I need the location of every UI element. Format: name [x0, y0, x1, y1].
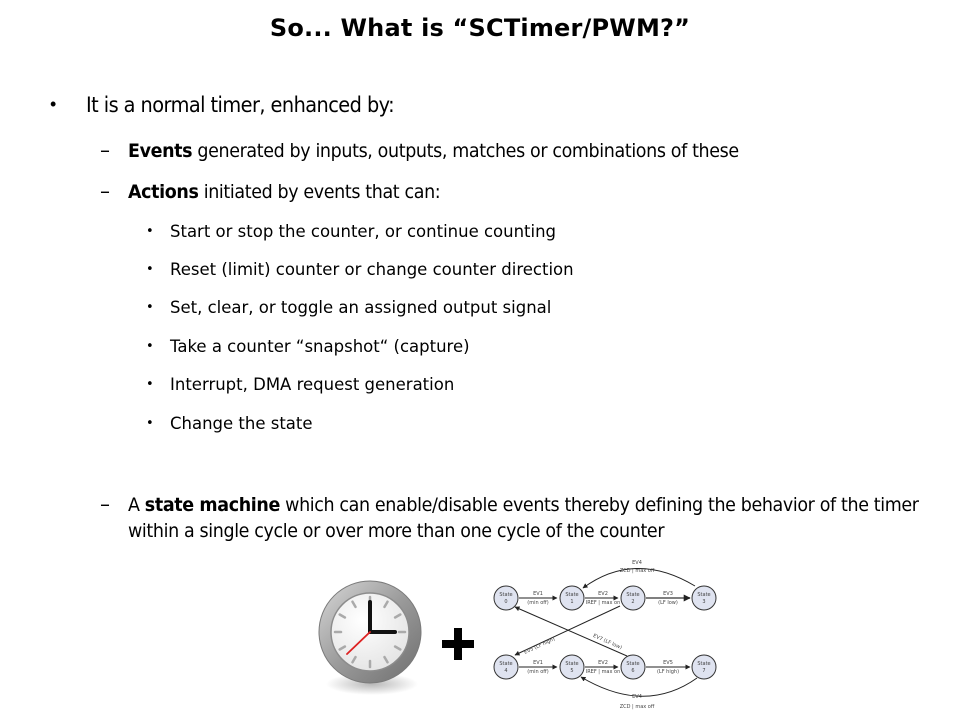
plus-icon: [442, 628, 474, 660]
edge-label: EV3: [663, 591, 673, 597]
svg-text:5: 5: [570, 668, 573, 674]
bold-term: Actions: [128, 181, 199, 203]
slide-title: So... What is “SCTimer/PWM?”: [269, 14, 691, 42]
svg-text:State: State: [626, 592, 639, 598]
svg-text:4: 4: [504, 668, 507, 674]
bullet-marker: •: [146, 262, 154, 277]
edge-label: EV5: [663, 660, 673, 666]
state-node: State 1: [559, 585, 585, 611]
prefix: A: [128, 494, 145, 516]
edge-label: (LF low): [658, 600, 678, 606]
sub-item-rest: initiated by events that can:: [198, 181, 441, 203]
bullet-marker: •: [146, 377, 154, 392]
svg-text:6: 6: [631, 668, 634, 674]
svg-text:3: 3: [702, 599, 705, 605]
edge-label: EV5 (LF high): [523, 636, 556, 656]
bullet-text: It is a normal timer, enhanced by:: [86, 93, 395, 117]
state-node: State 7: [691, 654, 717, 680]
state-node: State 0: [493, 585, 519, 611]
clock-icon: [318, 580, 422, 695]
svg-text:State: State: [565, 661, 578, 667]
edge-label: EV2: [598, 660, 608, 666]
sub-item-text: A state machine which can enable/disable…: [128, 492, 919, 544]
svg-text:0: 0: [504, 599, 507, 605]
action-text: Change the state: [170, 414, 313, 433]
bold-term: Events: [128, 140, 193, 162]
svg-text:State: State: [499, 592, 512, 598]
state-node: State 3: [691, 585, 717, 611]
edge-label: EV4: [632, 560, 642, 566]
edge-label: ZCD | max off: [620, 704, 655, 710]
dash-marker: –: [100, 179, 110, 203]
edge-label: EV7 (LF low): [592, 633, 623, 651]
svg-text:State: State: [499, 661, 512, 667]
state-node: State 4: [493, 654, 519, 680]
dash-marker: –: [100, 492, 110, 516]
bullet-marker: •: [146, 416, 154, 431]
edge-label: (min off): [527, 669, 548, 675]
sub-item-text: Events generated by inputs, outputs, mat…: [128, 138, 739, 164]
bullet-marker: •: [146, 339, 154, 354]
action-text: Reset (limit) counter or change counter …: [170, 260, 574, 279]
svg-text:State: State: [697, 661, 710, 667]
bullet-marker: •: [146, 224, 154, 239]
edge-label: EV2: [598, 591, 608, 597]
edge-label: EV1: [533, 660, 543, 666]
bullet-marker: •: [50, 94, 57, 114]
svg-text:State: State: [565, 592, 578, 598]
edge-label: (min off): [527, 600, 548, 606]
svg-text:1: 1: [570, 599, 573, 605]
sub-item-rest: generated by inputs, outputs, matches or…: [192, 140, 739, 162]
svg-text:2: 2: [631, 599, 634, 605]
edge-label: IREF | max on: [586, 669, 621, 675]
action-text: Start or stop the counter, or continue c…: [170, 222, 557, 241]
action-text: Interrupt, DMA request generation: [170, 375, 455, 394]
edge-label: IREF | max on: [586, 600, 621, 606]
svg-text:State: State: [697, 592, 710, 598]
edge-label: EV4: [632, 694, 642, 700]
dash-marker: –: [100, 138, 110, 162]
action-text: Set, clear, or toggle an assigned output…: [170, 298, 552, 317]
svg-text:State: State: [626, 661, 639, 667]
edge-label: (LF high): [657, 669, 679, 675]
edge-label: EV1: [533, 591, 543, 597]
sub-item-text: Actions initiated by events that can:: [128, 179, 441, 205]
state-machine-diagram: State 0 State 1 State 2 State 3 State 4 …: [493, 560, 717, 710]
state-node: State 5: [559, 654, 585, 680]
svg-text:7: 7: [702, 668, 705, 674]
state-node: State 2: [620, 585, 646, 611]
bullet-marker: •: [146, 300, 154, 315]
action-text: Take a counter “snapshot“ (capture): [170, 337, 470, 356]
edge-label: ZCD | max off: [620, 568, 655, 574]
bold-term: state machine: [144, 494, 281, 516]
state-node: State 6: [620, 654, 646, 680]
